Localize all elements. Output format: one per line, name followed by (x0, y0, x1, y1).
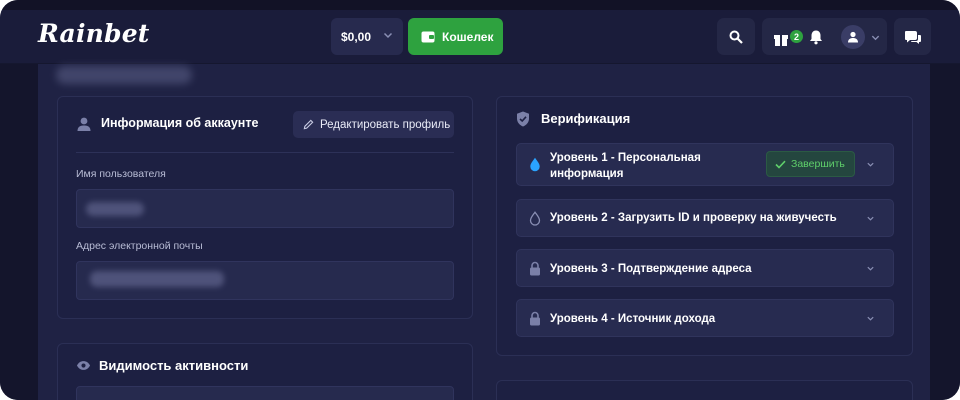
redacted-username (86, 202, 144, 216)
droplet-outline-icon (529, 211, 541, 226)
profile-menu-button[interactable] (841, 24, 883, 50)
activity-visibility-title: Видимость активности (99, 358, 249, 373)
app-frame: Rainbet $0,00 Кошелек 2 Информация об ак… (0, 0, 960, 400)
account-info-title: Информация об аккаунте (101, 116, 259, 130)
balance-value: $0,00 (341, 29, 372, 44)
redacted-email (90, 271, 224, 287)
wallet-button[interactable]: Кошелек (408, 18, 503, 55)
edit-profile-button[interactable]: Редактировать профиль (293, 111, 454, 138)
email-label: Адрес электронной почты (76, 240, 203, 252)
bell-icon (810, 30, 822, 45)
chevron-down-icon[interactable] (866, 314, 875, 323)
eye-icon (76, 361, 91, 370)
chat-button[interactable] (894, 18, 931, 55)
droplet-filled-icon (530, 157, 540, 172)
notifications-button[interactable] (806, 27, 826, 47)
next-settings-card (496, 380, 913, 400)
window-top-edge (0, 0, 960, 10)
user-icon (848, 31, 858, 43)
chevron-down-icon[interactable] (866, 264, 875, 273)
verification-title: Верификация (541, 111, 631, 126)
search-icon (729, 30, 743, 44)
chevron-down-icon (383, 32, 393, 39)
verification-level-2[interactable]: Уровень 2 - Загрузить ID и проверку на ж… (516, 199, 894, 237)
redacted-page-heading (56, 66, 192, 84)
username-label: Имя пользователя (76, 168, 166, 180)
wallet-icon (421, 31, 435, 42)
lock-icon (530, 311, 540, 326)
rewards-button[interactable]: 2 (770, 26, 803, 48)
pencil-icon (303, 119, 314, 130)
activity-option-field[interactable] (76, 386, 454, 400)
avatar (841, 25, 865, 49)
level-1-label: Уровень 1 - Персональная информация (550, 152, 701, 180)
edit-profile-label: Редактировать профиль (320, 118, 451, 131)
level-3-label: Уровень 3 - Подтверждение адреса (550, 263, 752, 275)
user-icon (77, 117, 91, 131)
checkmark-icon (775, 160, 786, 169)
chat-icon (904, 30, 921, 44)
top-header: Rainbet $0,00 Кошелек 2 (0, 10, 960, 64)
page-gutter-left (0, 64, 38, 400)
verification-level-4[interactable]: Уровень 4 - Источник дохода (516, 299, 894, 337)
rewards-badge: 2 (790, 30, 803, 43)
level-4-label: Уровень 4 - Источник дохода (550, 313, 716, 325)
rainbet-logo[interactable]: Rainbet (38, 19, 150, 48)
verification-level-1[interactable]: Уровень 1 - Персональная информация Заве… (516, 143, 894, 186)
gift-icon (774, 35, 788, 46)
wallet-label: Кошелек (442, 29, 494, 44)
lock-icon (530, 261, 540, 276)
page-gutter-right (930, 64, 960, 400)
search-button[interactable] (717, 18, 755, 55)
balance-dropdown[interactable]: $0,00 (331, 18, 403, 55)
card-divider (76, 152, 454, 153)
chevron-down-icon (871, 35, 880, 40)
complete-level-1-button[interactable]: Завершить (766, 151, 855, 177)
level-2-label: Уровень 2 - Загрузить ID и проверку на ж… (550, 212, 837, 224)
verification-level-3[interactable]: Уровень 3 - Подтверждение адреса (516, 249, 894, 287)
shield-icon (517, 111, 529, 127)
chevron-down-icon[interactable] (866, 160, 875, 169)
user-actions-group: 2 (762, 18, 887, 55)
chevron-down-icon[interactable] (866, 214, 875, 223)
